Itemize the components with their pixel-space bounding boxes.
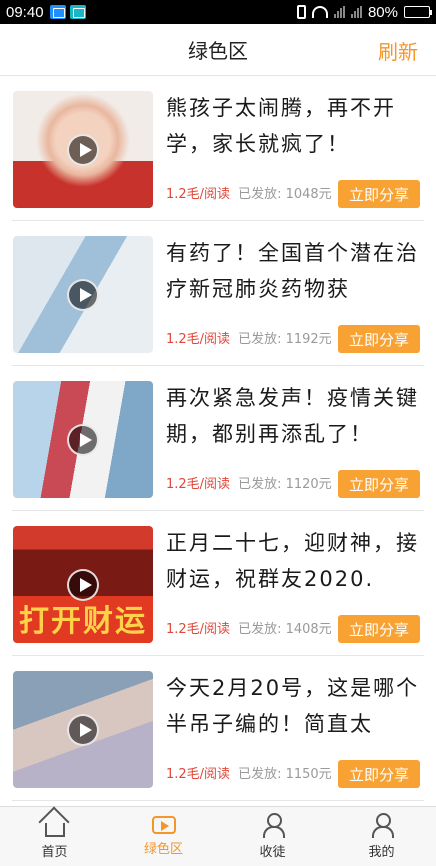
page-title: 绿色区 (188, 39, 248, 63)
feed-item[interactable]: 今天2月20号，这是哪个半吊子编的！简直太 1.2毛/阅读 已发放: 1150元 … (0, 656, 436, 801)
share-button[interactable]: 立即分享 (338, 615, 420, 643)
tab-label: 收徒 (259, 845, 286, 860)
video-thumbnail[interactable] (13, 236, 153, 353)
vibrate-icon (296, 5, 306, 19)
reward-rate: 1.2毛/阅读 (166, 767, 231, 782)
video-thumbnail[interactable] (13, 91, 153, 208)
article-title[interactable]: 再次紧急发声！疫情关键期，都别再添乱了！ (166, 380, 424, 452)
tab-home[interactable]: 首页 (0, 807, 109, 866)
article-meta: 1.2毛/阅读 已发放: 1192元 (166, 328, 332, 347)
article-meta: 1.2毛/阅读 已发放: 1150元 (166, 763, 332, 782)
paid-amount: 已发放: 1408元 (238, 622, 332, 637)
play-icon (67, 134, 99, 166)
play-icon (67, 424, 99, 456)
video-thumbnail[interactable] (13, 381, 153, 498)
article-meta: 1.2毛/阅读 已发放: 1408元 (166, 618, 332, 637)
paid-amount: 已发放: 1150元 (238, 767, 332, 782)
share-button[interactable]: 立即分享 (338, 325, 420, 353)
signal-icon-2 (350, 6, 362, 18)
paid-amount: 已发放: 1120元 (238, 477, 332, 492)
tab-label: 绿色区 (143, 842, 183, 857)
share-button[interactable]: 立即分享 (338, 760, 420, 788)
signal-icon (333, 6, 345, 18)
article-meta: 1.2毛/阅读 已发放: 1120元 (166, 473, 332, 492)
clock: 09:40 (6, 3, 44, 21)
article-meta: 1.2毛/阅读 已发放: 1048元 (166, 183, 332, 202)
video-thumbnail[interactable] (13, 671, 153, 788)
reward-rate: 1.2毛/阅读 (166, 622, 231, 637)
play-icon (67, 279, 99, 311)
battery-icon (404, 6, 432, 18)
paid-amount: 已发放: 1192元 (238, 332, 332, 347)
thumbnail-banner-text: 打开财运 (19, 604, 147, 639)
play-icon (67, 714, 99, 746)
play-icon (67, 569, 99, 601)
tab-mine[interactable]: 我的 (327, 807, 436, 866)
refresh-button[interactable]: 刷新 (378, 36, 418, 65)
video-thumbnail[interactable]: 打开财运 (13, 526, 153, 643)
screenshot-app-icon (69, 5, 86, 19)
divider (12, 800, 424, 801)
share-button[interactable]: 立即分享 (338, 180, 420, 208)
message-app-icon (49, 5, 66, 19)
reward-rate: 1.2毛/阅读 (166, 332, 231, 347)
bottom-tab-bar: 首页 绿色区 收徒 我的 (0, 806, 436, 866)
article-title[interactable]: 有药了！全国首个潜在治疗新冠肺炎药物获 (166, 235, 424, 307)
reward-rate: 1.2毛/阅读 (166, 477, 231, 492)
article-title[interactable]: 今天2月20号，这是哪个半吊子编的！简直太 (166, 670, 424, 742)
feed-item[interactable]: 再次紧急发声！疫情关键期，都别再添乱了！ 1.2毛/阅读 已发放: 1120元 立… (0, 366, 436, 511)
feed-item[interactable]: 熊孩子太闹腾，再不开学，家长就疯了！ 1.2毛/阅读 已发放: 1048元 立即分… (0, 76, 436, 221)
status-bar: 09:40 80% (0, 0, 436, 24)
nav-bar: 绿色区 刷新 (0, 24, 436, 76)
share-button[interactable]: 立即分享 (338, 470, 420, 498)
feed-item[interactable]: 打开财运 正月二十七，迎财神，接财运，祝群友2020. 1.2毛/阅读 已发放: … (0, 511, 436, 656)
tab-green-zone[interactable]: 绿色区 (109, 807, 218, 866)
video-play-icon (151, 816, 176, 834)
profile-icon (370, 813, 394, 838)
user-arrow-icon (261, 813, 285, 838)
home-icon (44, 823, 65, 837)
reward-rate: 1.2毛/阅读 (166, 187, 231, 202)
tab-label: 首页 (41, 845, 68, 860)
tab-recruit[interactable]: 收徒 (218, 807, 327, 866)
wifi-icon (311, 6, 328, 18)
article-title[interactable]: 熊孩子太闹腾，再不开学，家长就疯了！ (166, 90, 424, 162)
tab-label: 我的 (368, 845, 395, 860)
article-title[interactable]: 正月二十七，迎财神，接财运，祝群友2020. (166, 525, 424, 597)
battery-percent: 80% (367, 3, 398, 21)
feed-item[interactable]: 有药了！全国首个潜在治疗新冠肺炎药物获 1.2毛/阅读 已发放: 1192元 立即… (0, 221, 436, 366)
paid-amount: 已发放: 1048元 (238, 187, 332, 202)
